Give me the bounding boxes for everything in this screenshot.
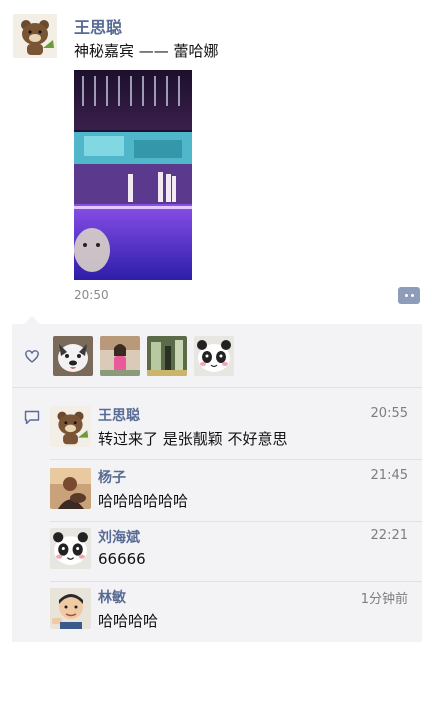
commenter-avatar[interactable] [50, 588, 91, 629]
post-photo[interactable] [74, 70, 192, 280]
comment-text: 转过来了 是张靓颖 不好意思 [98, 430, 288, 448]
comment-item[interactable]: 杨子 21:45 哈哈哈哈哈哈 [12, 462, 422, 522]
author-avatar[interactable] [13, 14, 57, 58]
commenter-name[interactable]: 刘海斌 [98, 527, 140, 547]
commenter-name[interactable]: 林敏 [98, 587, 126, 607]
comment-time: 20:55 [370, 406, 408, 421]
comment-time: 1分钟前 [360, 592, 408, 607]
like-avatar-panda[interactable] [194, 336, 234, 376]
comment-item[interactable]: 刘海斌 22:21 66666 [12, 522, 422, 582]
post-author-name[interactable]: 王思聪 [74, 14, 122, 38]
like-avatar-dog[interactable] [53, 336, 93, 376]
like-avatar-photo[interactable] [147, 336, 187, 376]
commenter-name[interactable]: 杨子 [98, 467, 126, 487]
likes-row [12, 324, 422, 388]
comment-time: 22:21 [370, 528, 408, 543]
like-avatar-girl[interactable] [100, 336, 140, 376]
comment-text: 哈哈哈哈哈哈 [98, 492, 189, 510]
interaction-panel: 王思聪 20:55 转过来了 是张靓颖 不好意思 杨子 21:45 哈哈哈哈哈哈 [12, 324, 422, 642]
more-actions-button[interactable] [398, 287, 420, 304]
panel-arrow [24, 316, 40, 324]
commenter-avatar[interactable] [50, 406, 91, 447]
heart-icon [25, 350, 39, 363]
comment-text: 66666 [98, 550, 146, 568]
post-text: 神秘嘉宾 —— 蕾哈娜 [74, 42, 219, 60]
comment-item[interactable]: 林敏 1分钟前 哈哈哈哈 [12, 582, 422, 642]
commenter-avatar[interactable] [50, 468, 91, 509]
commenter-name[interactable]: 王思聪 [98, 405, 140, 425]
post-time: 20:50 [74, 288, 109, 302]
divider [50, 459, 422, 460]
comment-time: 21:45 [370, 468, 408, 483]
comment-text: 哈哈哈哈 [98, 612, 159, 630]
commenter-avatar[interactable] [50, 528, 91, 569]
comment-item[interactable]: 王思聪 20:55 转过来了 是张靓颖 不好意思 [12, 400, 422, 460]
